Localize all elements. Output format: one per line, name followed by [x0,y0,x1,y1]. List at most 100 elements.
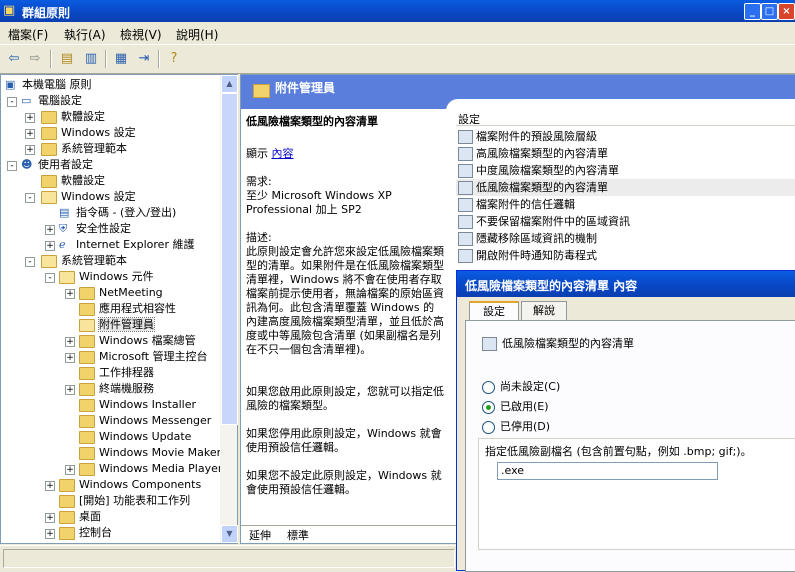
toolbar-separator [50,50,52,68]
expand-icon[interactable]: + [45,529,55,539]
tree-node-user-admin-templates[interactable]: 系統管理範本 [41,253,127,269]
back-icon[interactable]: ⇦ [5,50,23,68]
setting-row[interactable]: 隱藏移除區域資訊的機制 [456,230,795,247]
expand-icon[interactable]: + [45,225,55,235]
properties-icon[interactable]: ▦ [112,50,130,68]
menu-action[interactable]: 執行(A) [64,26,106,43]
tree-node-ie-maintenance[interactable]: ℯ Internet Explorer 維護 [59,237,194,253]
setting-row[interactable]: 不要保留檔案附件中的區域資訊 [456,213,795,230]
scroll-thumb[interactable] [221,93,238,425]
options-box: 指定低風險副檔名 (包含前置句點，例如 .bmp; gif;)。 .exe [478,438,795,550]
expand-icon[interactable]: + [25,113,35,123]
tab-standard[interactable]: 標準 [287,527,309,543]
setting-row-selected[interactable]: 低風險檔案類型的內容清單 [456,179,795,196]
tree-node-explorer[interactable]: Windows 檔案總管 [79,333,196,349]
tree-node-app-compat[interactable]: 應用程式相容性 [79,301,176,317]
window-titlebar[interactable]: ▣ 群組原則 _ □ × [0,0,795,22]
setting-row[interactable]: 開啟附件時通知防毒程式 [456,247,795,264]
menu-file[interactable]: 檔案(F) [8,26,48,43]
tree-node-windows-messenger[interactable]: Windows Messenger [79,413,211,429]
collapse-icon[interactable]: - [7,161,17,171]
expand-icon[interactable]: + [45,513,55,523]
tab-setting[interactable]: 設定 [469,301,519,322]
policy-root-icon: ▣ [5,78,16,91]
tree-node-windows-components[interactable]: Windows 元件 [59,269,154,285]
tree-node-attachment-manager[interactable]: 附件管理員 [79,317,155,333]
tree-node-security-settings[interactable]: ⛨ 安全性設定 [59,221,131,237]
radio-button-selected[interactable] [482,400,495,414]
expand-icon[interactable]: + [65,385,75,395]
expand-icon[interactable]: + [65,465,75,475]
tree-node-netmeeting[interactable]: NetMeeting [79,285,163,301]
tree-node-software-settings[interactable]: 軟體設定 [41,109,105,125]
tree-node-terminal-services[interactable]: 終端機服務 [79,381,154,397]
show-tree-icon[interactable]: ▥ [82,50,100,68]
tree-node-windows-update[interactable]: Windows Update [79,429,191,445]
setting-row[interactable]: 檔案附件的預設風險層級 [456,128,795,145]
tree-node-task-scheduler[interactable]: 工作排程器 [79,365,154,381]
tab-extended[interactable]: 延伸 [249,527,271,543]
tab-explain[interactable]: 解說 [521,301,567,320]
export-list-icon[interactable]: ⇥ [135,50,153,68]
setting-row[interactable]: 檔案附件的信任邏輯 [456,196,795,213]
scroll-down-icon[interactable]: ▼ [221,525,238,543]
collapse-icon[interactable]: - [7,97,17,107]
expand-icon[interactable]: + [65,289,75,299]
close-button[interactable]: × [778,3,795,20]
tree-node-start-menu[interactable]: [開始] 功能表和工作列 [59,493,190,509]
expand-icon[interactable]: + [65,337,75,347]
up-folder-icon[interactable]: ▤ [58,50,76,68]
security-icon: ⛨ [59,222,68,235]
tree-node-windows-installer[interactable]: Windows Installer [79,397,196,413]
tree-node-mmc[interactable]: Microsoft 管理主控台 [79,349,208,365]
menu-help[interactable]: 說明(H) [176,26,218,43]
tree-node-movie-maker[interactable]: Windows Movie Maker [79,445,221,461]
tree-node-root[interactable]: ▣ 本機電腦 原則 [5,77,92,93]
tree-node-control-panel[interactable]: 控制台 [59,525,112,541]
tree-node-admin-templates[interactable]: 系統管理範本 [41,141,127,157]
expand-icon[interactable]: + [65,353,75,363]
collapse-icon[interactable]: - [25,257,35,267]
expand-icon[interactable]: + [25,129,35,139]
radio-button[interactable] [482,420,495,434]
scroll-up-icon[interactable]: ▲ [221,75,238,93]
tree-node-desktop[interactable]: 桌面 [59,509,101,525]
display-properties-link[interactable]: 內容 [272,147,294,160]
tree-node-user-software-settings[interactable]: 軟體設定 [41,173,105,189]
folder-icon [79,302,95,316]
extension-input[interactable]: .exe [497,462,718,480]
tree-node-windows-settings[interactable]: Windows 設定 [41,125,136,141]
radio-not-configured[interactable]: 尚未設定(C) [482,380,560,394]
expand-icon[interactable]: + [45,481,55,491]
radio-disabled[interactable]: 已停用(D) [482,420,550,434]
expand-icon[interactable]: + [25,145,35,155]
maximize-button[interactable]: □ [761,3,778,20]
dialog-titlebar[interactable]: 低風險檔案類型的內容清單 內容 [457,271,795,297]
minimize-button[interactable]: _ [744,3,761,20]
tree-node-media-player[interactable]: Windows Media Player [79,461,221,477]
setting-row[interactable]: 高風險檔案類型的內容清單 [456,145,795,162]
tree-scrollbar[interactable]: ▲ ▼ [220,74,238,544]
setting-row[interactable]: 中度風險檔案類型的內容清單 [456,162,795,179]
tree-node-user-windows-settings[interactable]: Windows 設定 [41,189,136,205]
display-line: 顯示 內容 [246,147,294,160]
help-icon[interactable]: ? [165,50,183,68]
policy-tree[interactable]: ▣ 本機電腦 原則 - ▭ 電腦設定 + 軟體設定 + Windows 設定 + 系… [0,74,222,544]
radio-button[interactable] [482,380,495,394]
dialog-tabs: 設定 解說 [465,301,795,322]
forward-icon[interactable]: ⇨ [26,50,44,68]
tree-node-windows-components-en[interactable]: Windows Components [59,477,201,493]
tree-node-computer-config[interactable]: ▭ 電腦設定 [21,93,82,109]
folder-icon [41,110,57,124]
tree-node-user-config[interactable]: ☻ 使用者設定 [21,157,93,173]
radio-enabled[interactable]: 已啟用(E) [482,400,549,414]
settings-column-header[interactable]: 設定 [456,111,795,126]
properties-dialog: 低風險檔案類型的內容清單 內容 設定 解說 低風險檔案類型的內容清單 尚未設定(… [456,270,795,572]
expand-icon[interactable]: + [45,241,55,251]
collapse-icon[interactable]: - [25,193,35,203]
tree-node-scripts[interactable]: ▤ 指令碼 - (登入/登出) [59,205,176,221]
collapse-icon[interactable]: - [45,273,55,283]
folder-icon [41,174,57,188]
menu-view[interactable]: 檢視(V) [120,26,162,43]
folder-icon [79,446,95,460]
